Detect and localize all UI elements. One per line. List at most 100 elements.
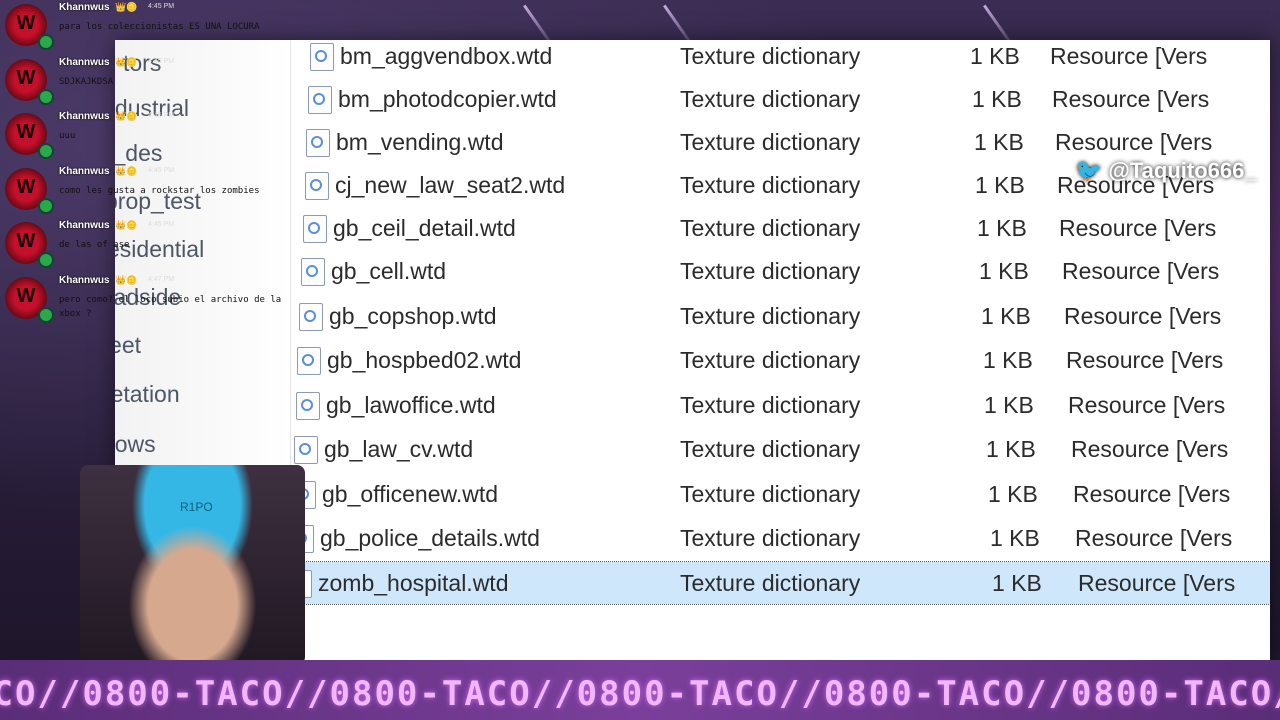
file-size: 1 KB <box>975 172 1025 198</box>
file-size: 1 KB <box>988 480 1038 507</box>
file-type: Texture dictionary <box>680 43 861 69</box>
badge-icons: 👑🪙 <box>115 274 138 285</box>
file-type: Texture dictionary <box>680 86 861 112</box>
file-size: 1 KB <box>970 43 1020 69</box>
chat-text: de las of ase <box>59 240 130 250</box>
file-size: 1 KB <box>977 215 1027 241</box>
file-icon <box>294 436 318 464</box>
online-status-icon <box>38 197 54 214</box>
chat-username[interactable]: Khannwus <box>59 2 110 13</box>
file-size: 1 KB <box>981 302 1031 329</box>
file-icon <box>296 391 320 420</box>
file-attributes: Resource [Vers <box>1073 480 1231 507</box>
nav-item[interactable]: egetation <box>115 381 260 408</box>
badge-icons: 👑🪙 <box>115 220 138 230</box>
file-size: 1 KB <box>972 86 1022 112</box>
file-name: gb_officenew.wtd <box>322 480 499 507</box>
file-type: Texture dictionary <box>680 480 861 507</box>
chat-username[interactable]: Khannwus <box>59 111 110 122</box>
file-name: gb_lawoffice.wtd <box>326 391 496 418</box>
cap-logo-text: R1PO <box>180 500 213 514</box>
chat-timestamp: 4:45 PM <box>148 112 175 119</box>
file-size: 1 KB <box>983 347 1033 373</box>
chat-message: Khannwus 👑🪙 4:45 PM SDJKAJKDSA <box>0 55 300 110</box>
stream-chat: Khannwus 👑🪙 4:45 PM para los coleccionistas… <box>0 0 300 330</box>
nav-item[interactable]: indows <box>115 431 259 458</box>
badge-icons: 👑🪙 <box>115 56 138 67</box>
file-icon <box>310 43 334 71</box>
chat-text: pero como? el loco subio el archivo de l… <box>59 294 282 319</box>
file-type: Texture dictionary <box>680 129 861 155</box>
file-icon <box>308 86 332 114</box>
file-size: 1 KB <box>992 569 1042 596</box>
file-icon <box>299 302 323 331</box>
file-size: 1 KB <box>984 391 1034 418</box>
file-row[interactable]: gb_law_cv.wtd Texture dictionary 1 KB Resou… <box>290 428 1270 470</box>
file-size: 1 KB <box>979 258 1029 284</box>
bottom-ticker: ACO//0800-TACO//0800-TACO//0800-TACO//08… <box>0 660 1280 720</box>
file-type: Texture dictionary <box>680 569 861 596</box>
file-row[interactable]: bm_vending.wtd Texture dictionary 1 KB Reso… <box>290 121 1270 163</box>
file-attributes: Resource [Vers <box>1064 302 1222 329</box>
file-attributes: Resource [Vers <box>1062 258 1220 284</box>
file-size: 1 KB <box>990 525 1040 551</box>
file-attributes: Resource [Vers <box>1052 86 1210 112</box>
chat-timestamp: 4:45 PM <box>148 221 175 228</box>
file-attributes: Resource [Vers <box>1068 391 1226 418</box>
file-attributes: Resource [Vers <box>1071 436 1229 462</box>
file-name: bm_aggvendbox.wtd <box>340 43 553 69</box>
chat-username[interactable]: Khannwus <box>59 166 110 177</box>
file-row[interactable]: gb_lawoffice.wtd Texture dictionary 1 KB Re… <box>290 384 1270 426</box>
file-type: Texture dictionary <box>680 391 861 418</box>
twitter-bird-icon: 🐦 <box>1075 158 1103 183</box>
file-name: cj_new_law_seat2.wtd <box>335 172 566 198</box>
file-row-selected[interactable]: zomb_hospital.wtd Texture dictionary 1 KB R… <box>288 560 1270 605</box>
chat-username[interactable]: Khannwus <box>59 275 110 286</box>
chat-timestamp: 4:45 PM <box>148 3 175 10</box>
file-row[interactable]: bm_aggvendbox.wtd Texture dictionary 1 KB R… <box>290 40 1270 77</box>
chat-text: para los coleccionistas ES UNA LOCURA <box>59 22 260 32</box>
file-name: gb_law_cv.wtd <box>324 436 474 462</box>
file-attributes: Resource [Vers <box>1055 129 1213 155</box>
online-status-icon <box>38 143 54 159</box>
twitter-handle: 🐦 @Taquito666_ <box>1075 158 1257 184</box>
ticker-text: ACO//0800-TACO//0800-TACO//0800-TACO//08… <box>0 674 1280 714</box>
file-row[interactable]: bm_photodcopier.wtd Texture dictionary 1 K… <box>290 78 1270 120</box>
file-name: gb_copshop.wtd <box>329 302 497 329</box>
badge-icons: 👑🪙 <box>115 2 138 12</box>
file-name: bm_vending.wtd <box>336 129 504 155</box>
chat-username[interactable]: Khannwus <box>59 220 110 231</box>
file-icon <box>305 172 329 200</box>
file-row[interactable]: gb_hospbed02.wtd Texture dictionary 1 KB Re… <box>290 339 1270 381</box>
file-row[interactable]: gb_copshop.wtd Texture dictionary 1 KB Reso… <box>290 295 1270 337</box>
chat-timestamp: 4:45 PM <box>148 57 175 65</box>
file-type: Texture dictionary <box>680 258 861 284</box>
file-icon <box>297 347 321 375</box>
file-row[interactable]: gb_ceil_detail.wtd Texture dictionary 1 KB… <box>290 207 1270 249</box>
chat-timestamp: 4:47 PM <box>148 275 175 283</box>
file-icon <box>303 215 327 243</box>
file-row[interactable]: gb_police_details.wtd Texture dictionary 1… <box>290 517 1270 559</box>
file-attributes: Resource [Vers <box>1075 525 1233 551</box>
chat-text: SDJKAJKDSA <box>59 76 114 87</box>
file-name: bm_photodcopier.wtd <box>338 86 557 112</box>
nav-item[interactable]: treet <box>115 332 270 359</box>
badge-icons: 👑🪙 <box>115 111 138 121</box>
file-attributes: Resource [Vers <box>1059 215 1217 241</box>
chat-text: como les gusta a rockstar los zombies <box>59 185 260 196</box>
file-size: 1 KB <box>986 436 1036 462</box>
badge-icons: 👑🪙 <box>115 165 138 176</box>
file-row[interactable]: gb_officenew.wtd Texture dictionary 1 KB Re… <box>290 473 1270 515</box>
chat-message: Khannwus 👑🪙 4:47 PM pero como? el loco subi… <box>0 273 300 328</box>
chat-message: Khannwus 👑🪙 4:45 PM como les gusta a rockst… <box>0 164 300 219</box>
webcam-feed <box>80 465 305 665</box>
chat-username[interactable]: Khannwus <box>59 57 110 68</box>
file-icon <box>301 258 325 286</box>
file-type: Texture dictionary <box>680 347 861 373</box>
file-row[interactable]: gb_cell.wtd Texture dictionary 1 KB Resourc… <box>290 250 1270 292</box>
file-icon <box>306 129 330 157</box>
chat-text: uuu <box>59 131 76 141</box>
file-attributes: Resource [Vers <box>1078 569 1236 596</box>
file-attributes: Resource [Vers <box>1050 43 1208 69</box>
file-name: gb_hospbed02.wtd <box>327 347 522 373</box>
